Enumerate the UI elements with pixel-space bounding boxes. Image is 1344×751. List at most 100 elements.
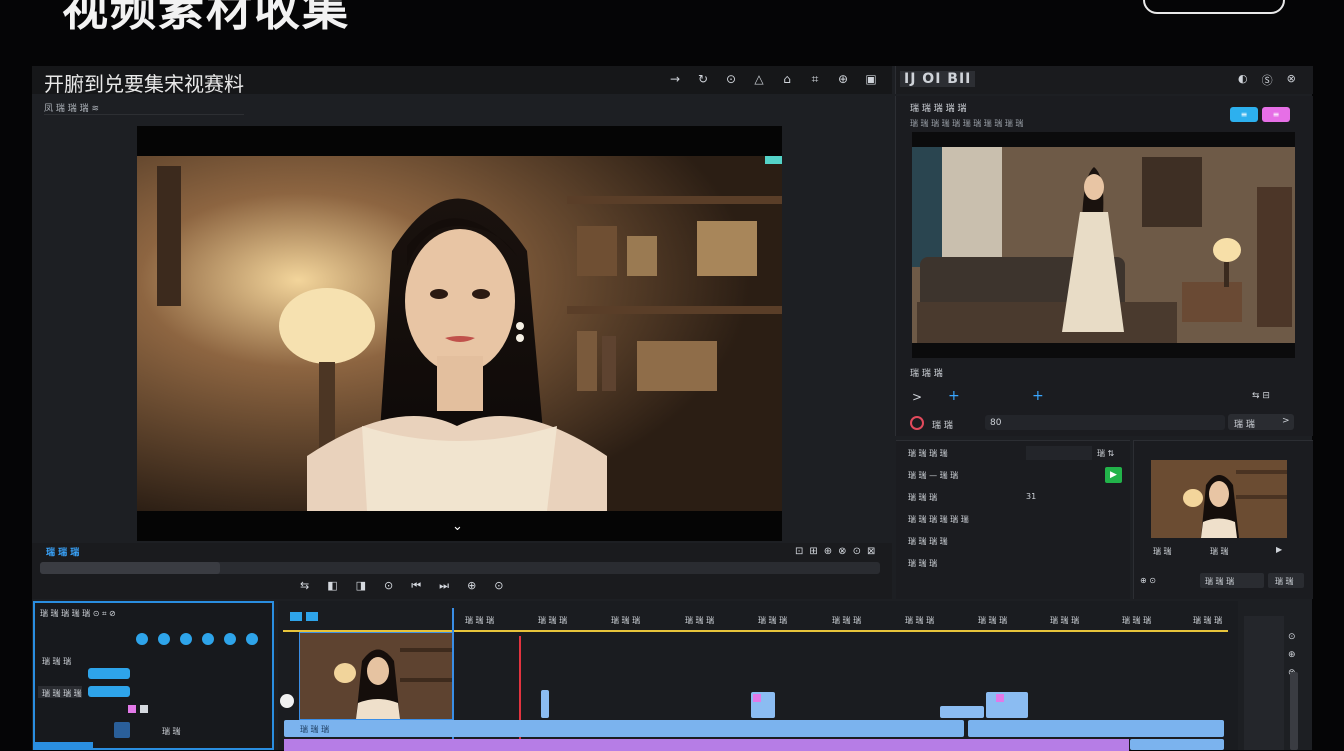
chevron-right-icon[interactable]: > bbox=[1282, 416, 1290, 426]
tool-icon-2[interactable] bbox=[158, 633, 170, 645]
transport-icon-2[interactable]: ◧ bbox=[327, 579, 337, 593]
clip-thumbnail-image bbox=[300, 633, 453, 719]
toolbar-icon-1[interactable]: → bbox=[668, 72, 682, 87]
control-icon-5[interactable]: ⊙ bbox=[853, 546, 861, 557]
prop-row-1-right[interactable]: 瑞 ⇅ bbox=[1097, 448, 1114, 459]
timeline-scrollbar[interactable] bbox=[1290, 672, 1298, 750]
transport-icon-1[interactable]: ⇆ bbox=[300, 579, 309, 593]
transport-icon-7[interactable]: ⊕ bbox=[467, 579, 476, 593]
timeline-left-item-2: 瑞 瑞 瑞 瑞 bbox=[42, 689, 82, 698]
right-top-icon-1[interactable]: ◐ bbox=[1238, 72, 1248, 88]
video-clip-thumbnail[interactable] bbox=[299, 632, 454, 720]
keyframe-dot[interactable] bbox=[280, 694, 294, 708]
video-track-2[interactable] bbox=[968, 720, 1224, 737]
toolbar-icon-4[interactable]: △ bbox=[752, 72, 766, 87]
banner-pill-button[interactable] bbox=[1143, 0, 1285, 14]
right-top-icon-3[interactable]: ⊗ bbox=[1287, 72, 1296, 88]
reference-panel-subtitle: 瑞 瑞 瑞 瑞 瑞 瑞 瑞 瑞 瑞 瑞 瑞 bbox=[910, 119, 1024, 128]
thumbnail-button-label: 瑞 瑞 bbox=[1275, 577, 1294, 586]
controls-right-icons: ⊡ ⊞ ⊕ ⊗ ⊙ ⊠ bbox=[795, 546, 875, 557]
toolbar-icon-7[interactable]: ⊕ bbox=[836, 72, 850, 87]
sliders-icon[interactable]: ⇆ ⊟ bbox=[1252, 391, 1270, 401]
toolbar-icon-2[interactable]: ↻ bbox=[696, 72, 710, 87]
timeline-blue-button-2[interactable] bbox=[88, 686, 130, 697]
audio-track-2[interactable] bbox=[1130, 739, 1224, 750]
add-icon-2[interactable]: + bbox=[1032, 388, 1044, 404]
reference-preview bbox=[912, 132, 1295, 358]
prop-row-1: 瑞 瑞 瑞 瑞 bbox=[908, 449, 948, 458]
play-icon[interactable]: ▶ bbox=[1276, 545, 1282, 554]
timeline-blue-button-1[interactable] bbox=[88, 668, 130, 679]
tool-icon-1[interactable] bbox=[136, 633, 148, 645]
tool-icon-4[interactable] bbox=[202, 633, 214, 645]
app-title: 开腑到兑要集宋视赛料 bbox=[44, 72, 244, 96]
tool-icon-3[interactable] bbox=[180, 633, 192, 645]
toolbar-icon-5[interactable]: ⌂ bbox=[780, 72, 794, 87]
transport-icon-4[interactable]: ⊙ bbox=[384, 579, 393, 593]
toolbar-icons: → ↻ ⊙ △ ⌂ ⌗ ⊕ ▣ bbox=[668, 72, 878, 87]
ruler-label: 瑞 瑞 瑞 bbox=[978, 616, 1008, 625]
ruler-label: 瑞 瑞 瑞 bbox=[1122, 616, 1152, 625]
record-progress-bar[interactable] bbox=[985, 415, 1225, 430]
reference-panel-title: 瑞 瑞 瑞 瑞 瑞 bbox=[910, 104, 967, 114]
ruler-label: 瑞 瑞 瑞 bbox=[611, 616, 641, 625]
clip-segment[interactable] bbox=[986, 692, 1028, 718]
add-icon[interactable]: + bbox=[948, 388, 960, 404]
ruler-label: 瑞 瑞 瑞 bbox=[832, 616, 862, 625]
pink-marker bbox=[128, 705, 136, 713]
tool-icon-5[interactable] bbox=[224, 633, 236, 645]
blue-action-button[interactable]: ≡ bbox=[1230, 107, 1258, 122]
audio-track[interactable] bbox=[284, 739, 1129, 751]
ruler-label: 瑞 瑞 瑞 bbox=[465, 616, 495, 625]
track-lock-icon[interactable] bbox=[114, 722, 130, 738]
chevron-down-icon[interactable]: ⌄ bbox=[452, 519, 463, 534]
video-track[interactable] bbox=[284, 720, 964, 737]
tool-icon-6[interactable] bbox=[246, 633, 258, 645]
thumbnail-image bbox=[1151, 460, 1287, 538]
timeline-side-slot bbox=[1244, 616, 1284, 750]
timeline-left-active-tab[interactable] bbox=[33, 742, 93, 750]
transport-icon-3[interactable]: ◨ bbox=[356, 579, 366, 593]
prop-row-6: 瑞 瑞 瑞 bbox=[908, 559, 938, 568]
preview-subbar: 凤 瑞 瑞 瑞 ≋ bbox=[44, 101, 244, 115]
toolbar-icon-3[interactable]: ⊙ bbox=[724, 72, 738, 87]
prop-input-1[interactable] bbox=[1026, 446, 1092, 460]
clip-segment[interactable] bbox=[541, 690, 549, 718]
thumbnail-preview bbox=[1151, 460, 1287, 538]
control-icon-4[interactable]: ⊗ bbox=[838, 546, 846, 557]
record-value: 80 bbox=[990, 418, 1002, 428]
prop-row-3: 瑞 瑞 瑞 bbox=[908, 493, 938, 502]
collapse-arrow-icon[interactable]: > bbox=[912, 390, 922, 404]
ruler-label: 瑞 瑞 瑞 bbox=[1050, 616, 1080, 625]
white-marker bbox=[140, 705, 148, 713]
clip-segment[interactable] bbox=[940, 706, 984, 718]
toolbar-icon-8[interactable]: ▣ bbox=[864, 72, 878, 87]
green-apply-button[interactable]: ▶ bbox=[1105, 467, 1122, 483]
transport-icon-8[interactable]: ⊙ bbox=[494, 579, 503, 593]
control-icon-1[interactable]: ⊡ bbox=[795, 546, 803, 557]
timeline-tool-icons bbox=[136, 633, 258, 645]
ruler-label: 瑞 瑞 瑞 bbox=[1193, 616, 1223, 625]
thumbnail-select-label: 瑞 瑞 瑞 bbox=[1205, 577, 1235, 586]
transport-icons: ⇆ ◧ ◨ ⊙ ⏮ ⏭ ⊕ ⊙ bbox=[300, 579, 504, 593]
transport-icon-5[interactable]: ⏮ bbox=[411, 579, 421, 593]
thumbnail-footer-icons[interactable]: ⊕ ⊙ bbox=[1140, 576, 1156, 585]
preview-image bbox=[137, 126, 782, 541]
timeline-ruler[interactable] bbox=[283, 612, 1228, 632]
thumbnail-label-mid: 瑞 瑞 bbox=[1210, 547, 1229, 556]
pink-action-button[interactable]: ≡ bbox=[1262, 107, 1290, 122]
transport-icon-6[interactable]: ⏭ bbox=[439, 579, 449, 593]
prop-row-5: 瑞 瑞 瑞 瑞 bbox=[908, 537, 948, 546]
record-label: 瑞 瑞 bbox=[932, 421, 953, 431]
control-icon-2[interactable]: ⊞ bbox=[809, 546, 817, 557]
timeline-panel-label: 瑞 瑞 瑞 瑞 瑞 ⊙ ⌗ ⊘ bbox=[40, 609, 116, 618]
control-icon-6[interactable]: ⊠ bbox=[867, 546, 875, 557]
prop-row-3-value: 31 bbox=[1026, 492, 1037, 501]
control-icon-3[interactable]: ⊕ bbox=[824, 546, 832, 557]
record-icon[interactable] bbox=[910, 416, 924, 430]
prop-row-2: 瑞 瑞 — 瑞 瑞 bbox=[908, 471, 959, 480]
clip-marker bbox=[996, 694, 1004, 702]
right-top-icon-2[interactable]: Ⓢ bbox=[1262, 72, 1273, 88]
timeline-left-item-3: 瑞 瑞 bbox=[162, 727, 181, 736]
toolbar-icon-6[interactable]: ⌗ bbox=[808, 72, 822, 87]
